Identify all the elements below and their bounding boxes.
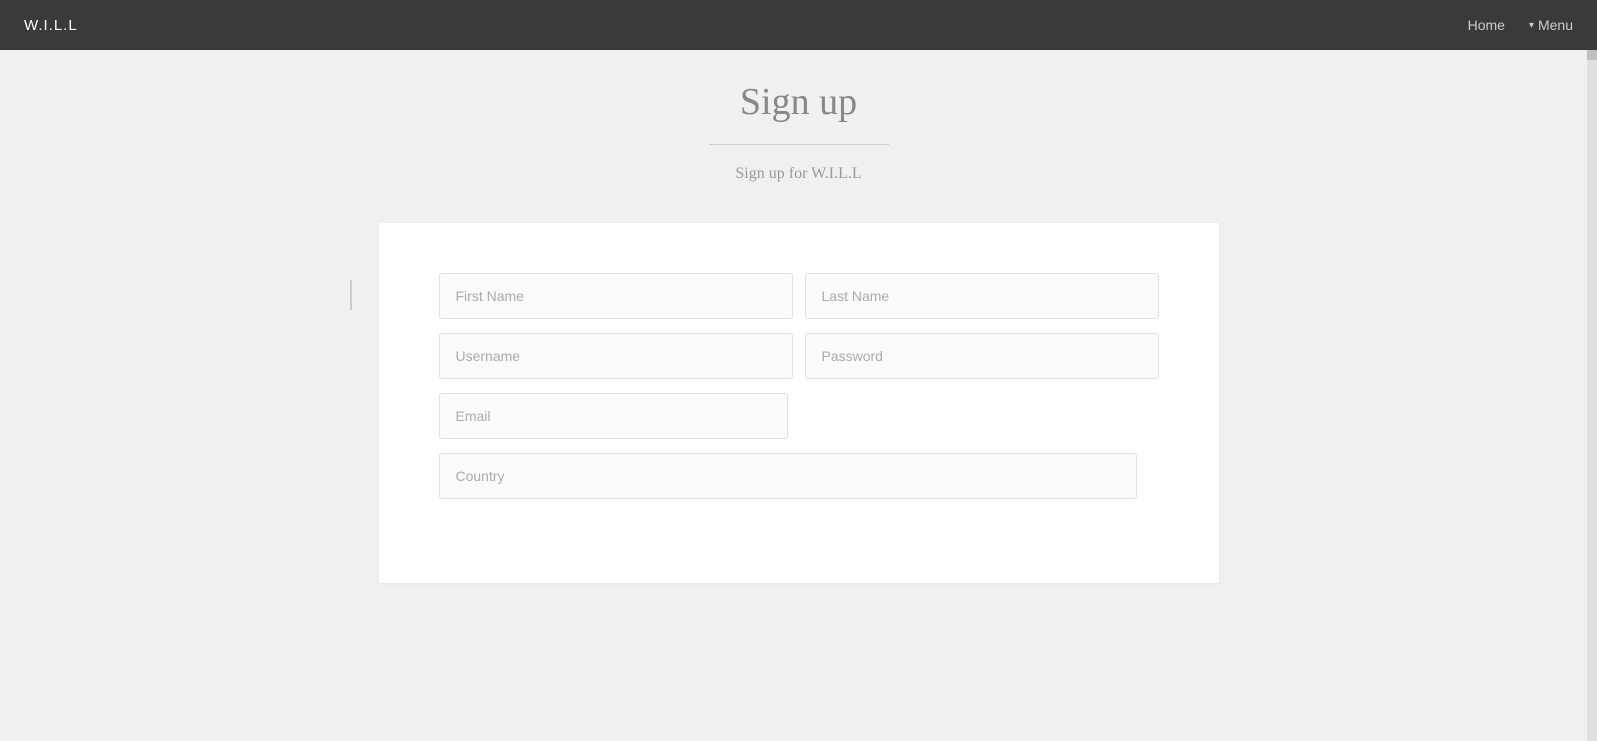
- scrollbar[interactable]: [1587, 0, 1597, 741]
- password-wrapper: [805, 333, 1159, 379]
- page-content: Sign up Sign up for W.I.L.L: [0, 0, 1597, 741]
- page-title: Sign up: [0, 80, 1597, 124]
- menu-button[interactable]: ▾ Menu: [1529, 17, 1573, 33]
- last-name-wrapper: [805, 273, 1159, 319]
- menu-label: Menu: [1538, 17, 1573, 33]
- menu-chevron-icon: ▾: [1529, 20, 1534, 31]
- form-card: Country United States United Kingdom Can…: [379, 223, 1219, 583]
- navbar-right: Home ▾ Menu: [1468, 17, 1573, 33]
- form-card-wrapper: Country United States United Kingdom Can…: [0, 203, 1597, 583]
- username-wrapper: [439, 333, 793, 379]
- country-select[interactable]: Country United States United Kingdom Can…: [439, 453, 1137, 499]
- first-name-input[interactable]: [439, 273, 793, 319]
- name-row: [439, 273, 1159, 319]
- username-input[interactable]: [439, 333, 793, 379]
- app-logo: W.I.L.L: [24, 17, 78, 34]
- navbar: W.I.L.L Home ▾ Menu: [0, 0, 1597, 50]
- email-input[interactable]: [439, 393, 788, 439]
- home-link[interactable]: Home: [1468, 17, 1505, 33]
- header-section: Sign up Sign up for W.I.L.L: [0, 50, 1597, 203]
- divider: [709, 144, 889, 145]
- country-row: Country United States United Kingdom Can…: [439, 453, 1159, 499]
- first-name-wrapper: [439, 273, 793, 319]
- last-name-input[interactable]: [805, 273, 1159, 319]
- email-row: [439, 393, 1159, 439]
- password-input[interactable]: [805, 333, 1159, 379]
- decorative-line: [350, 280, 352, 310]
- credentials-row: [439, 333, 1159, 379]
- page-subtitle: Sign up for W.I.L.L: [0, 165, 1597, 183]
